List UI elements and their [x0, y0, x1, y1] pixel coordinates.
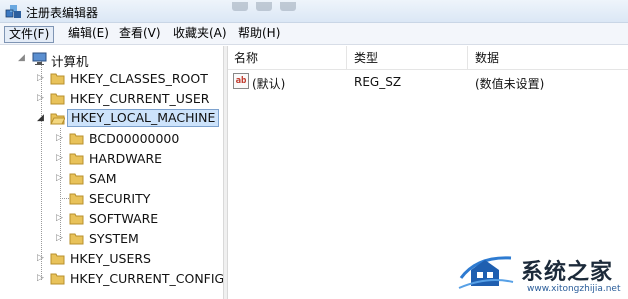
value-type: REG_SZ: [354, 75, 402, 89]
list-header: 名称 类型 数据: [228, 46, 628, 70]
folder-icon: [50, 73, 65, 85]
watermark: 系统之家 www.xitongzhijia.net: [455, 246, 628, 299]
expand-icon[interactable]: ▷: [37, 273, 46, 283]
tree-item-label: SECURITY: [89, 191, 151, 206]
folder-icon: [69, 153, 84, 165]
tree-item-label: SYSTEM: [89, 231, 139, 246]
column-header-name[interactable]: 名称: [228, 46, 347, 70]
registry-tree[interactable]: ◢ 计算机 ▷ HKEY_CLASSES_ROOT ▷ HKEY_CURRENT…: [0, 46, 224, 299]
expand-icon[interactable]: ▷: [37, 73, 46, 83]
column-header-data[interactable]: 数据: [469, 46, 628, 70]
tree-item-hardware[interactable]: ▷ HARDWARE: [0, 148, 200, 168]
menu-edit[interactable]: 编辑(E): [64, 26, 113, 43]
folder-icon: [50, 253, 65, 265]
folder-icon: [50, 93, 65, 105]
list-item[interactable]: ab (默认) REG_SZ (数值未设置): [228, 72, 628, 92]
tree-item-system[interactable]: ▷ SYSTEM: [0, 228, 200, 248]
expand-icon[interactable]: ▷: [56, 213, 65, 223]
tree-item-bcd00000000[interactable]: ▷ BCD00000000: [0, 128, 200, 148]
folder-open-icon: [50, 113, 65, 125]
folder-icon: [50, 273, 65, 285]
menu-view[interactable]: 查看(V): [115, 26, 165, 43]
tree-item-hkey-current-config[interactable]: ▷ HKEY_CURRENT_CONFIG: [0, 268, 224, 288]
tree-item-hkey-users[interactable]: ▷ HKEY_USERS: [0, 248, 220, 268]
tree-item-label: HKEY_CURRENT_CONFIG: [70, 271, 225, 286]
tree-item-label: HARDWARE: [89, 151, 163, 166]
tree-item-label: HKEY_LOCAL_MACHINE: [67, 109, 220, 127]
tree-item-security[interactable]: SECURITY: [0, 188, 200, 208]
tree-item-label: BCD00000000: [89, 131, 180, 146]
tree-item-label: SAM: [89, 171, 117, 186]
value-data: (数值未设置): [475, 77, 545, 91]
menu-help[interactable]: 帮助(H): [234, 26, 284, 43]
folder-icon: [69, 213, 84, 225]
window-title: 注册表编辑器: [26, 6, 99, 20]
expand-icon[interactable]: ▷: [37, 253, 46, 263]
menu-file[interactable]: 文件(F): [4, 26, 55, 43]
column-header-type[interactable]: 类型: [348, 46, 468, 70]
expand-icon[interactable]: ▷: [56, 173, 65, 183]
watermark-text: 系统之家: [521, 260, 614, 285]
tree-item-label: HKEY_USERS: [70, 251, 151, 266]
tree-item-computer[interactable]: ◢ 计算机: [0, 48, 200, 69]
computer-icon: [32, 52, 47, 65]
tree-item-software[interactable]: ▷ SOFTWARE: [0, 208, 200, 228]
tree-item-sam[interactable]: ▷ SAM: [0, 168, 200, 188]
collapse-icon[interactable]: ◢: [18, 53, 27, 63]
menu-favorites[interactable]: 收藏夹(A): [169, 26, 231, 43]
string-value-icon: ab: [233, 73, 249, 89]
expand-icon[interactable]: ▷: [37, 93, 46, 103]
watermark-url: www.xitongzhijia.net: [527, 284, 621, 294]
folder-icon: [69, 133, 84, 145]
expand-icon[interactable]: ▷: [56, 133, 65, 143]
title-bar: 注册表编辑器: [0, 0, 628, 23]
tree-item-label: HKEY_CLASSES_ROOT: [70, 71, 208, 86]
registry-editor-icon: [5, 5, 21, 18]
expand-icon[interactable]: ▷: [56, 233, 65, 243]
tree-item-hkey-current-user[interactable]: ▷ HKEY_CURRENT_USER: [0, 88, 220, 108]
expand-icon[interactable]: ▷: [56, 153, 65, 163]
house-logo-icon: [458, 256, 514, 289]
tree-item-hkey-local-machine[interactable]: ◢ HKEY_LOCAL_MACHINE: [0, 108, 220, 128]
folder-icon: [69, 173, 84, 185]
tree-item-label: HKEY_CURRENT_USER: [70, 91, 210, 106]
folder-icon: [69, 233, 84, 245]
tree-item-label: SOFTWARE: [89, 211, 159, 226]
title-bar-decoration: [232, 0, 322, 11]
folder-icon: [69, 193, 84, 205]
collapse-icon[interactable]: ◢: [37, 113, 46, 123]
value-name: (默认): [252, 77, 286, 91]
tree-item-hkey-classes-root[interactable]: ▷ HKEY_CLASSES_ROOT: [0, 68, 220, 88]
menu-bar: 文件(F) 编辑(E) 查看(V) 收藏夹(A) 帮助(H): [0, 23, 628, 45]
